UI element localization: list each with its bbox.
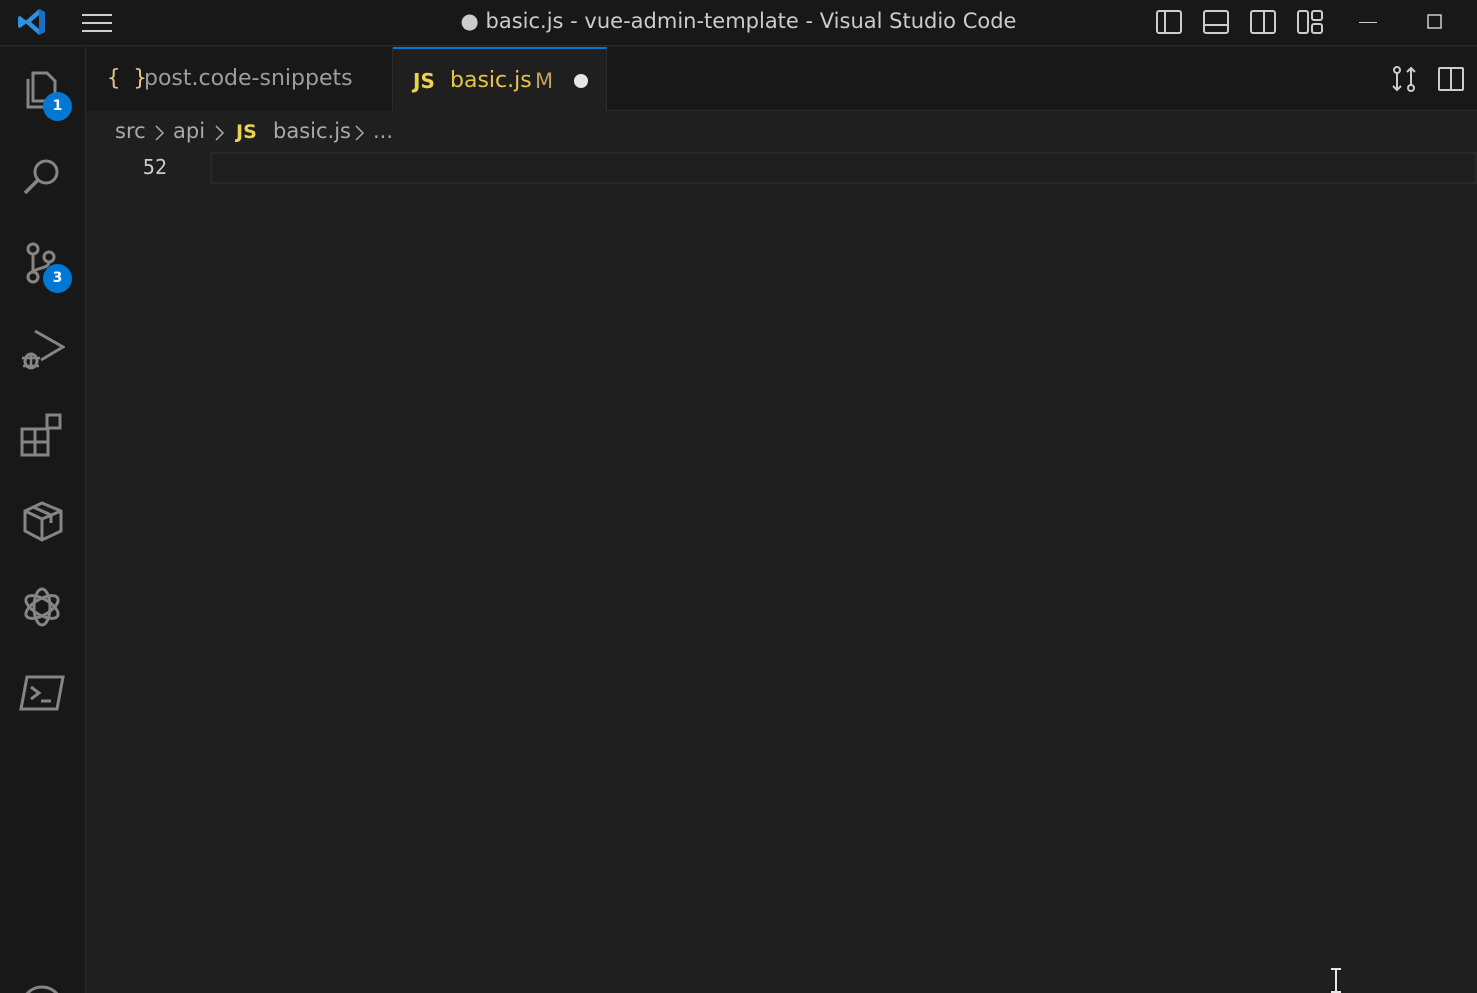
activity-chatgpt[interactable] xyxy=(0,563,86,649)
activity-remote-explorer[interactable] xyxy=(0,477,86,563)
breadcrumb: src api JS basic.js ... xyxy=(87,112,1477,152)
javascript-file-icon: JS xyxy=(236,121,257,143)
javascript-file-icon: JS xyxy=(413,69,435,93)
search-icon xyxy=(23,159,59,195)
breadcrumb-basic-js[interactable]: basic.js xyxy=(273,119,351,143)
toggle-primary-sidebar-icon[interactable] xyxy=(1154,8,1184,36)
line-number: 52 xyxy=(142,155,167,179)
terminal-icon xyxy=(19,675,65,711)
activity-source-control[interactable]: 3 xyxy=(0,219,86,305)
editor-tabs: { } post.code-snippets JS basic.js M xyxy=(87,47,1477,112)
activity-extensions[interactable] xyxy=(0,391,86,477)
openai-icon xyxy=(24,587,60,627)
modified-status: M xyxy=(535,69,554,93)
explorer-badge: 1 xyxy=(43,92,72,121)
current-line-highlight[interactable] xyxy=(210,152,1477,184)
title-bar: ● basic.js - vue-admin-template - Visual… xyxy=(0,0,1477,46)
unsaved-dot-icon[interactable] xyxy=(574,74,588,88)
activity-run-debug[interactable] xyxy=(0,305,86,391)
tab-basic-js[interactable]: JS basic.js M xyxy=(393,47,607,112)
account-icon xyxy=(25,985,59,993)
activity-bar: 1 3 xyxy=(0,47,86,993)
customize-layout-icon[interactable] xyxy=(1295,8,1325,36)
chevron-right-icon xyxy=(355,125,365,141)
source-control-badge: 3 xyxy=(43,264,72,293)
activity-accounts[interactable] xyxy=(0,947,86,993)
activity-terminal[interactable] xyxy=(0,649,86,735)
breadcrumb-api[interactable]: api xyxy=(173,119,205,143)
chevron-right-icon xyxy=(155,125,165,141)
activity-explorer[interactable]: 1 xyxy=(0,47,86,133)
json-braces-icon: { } xyxy=(107,66,147,91)
tab-label: basic.js xyxy=(450,68,532,93)
split-editor-icon[interactable] xyxy=(1436,64,1466,94)
code-editor[interactable]: 52 xyxy=(87,152,1477,993)
tab-post-code-snippets[interactable]: { } post.code-snippets xyxy=(87,47,393,111)
chevron-right-icon xyxy=(215,125,225,141)
tab-label: post.code-snippets xyxy=(144,66,353,91)
package-icon xyxy=(23,501,63,542)
breadcrumb-symbol[interactable]: ... xyxy=(373,119,393,143)
activity-search[interactable] xyxy=(0,133,86,219)
toggle-secondary-sidebar-icon[interactable] xyxy=(1248,8,1278,36)
text-cursor-icon xyxy=(1331,968,1341,993)
breadcrumb-src[interactable]: src xyxy=(115,119,146,143)
run-debug-icon xyxy=(22,329,65,370)
toggle-panel-icon[interactable] xyxy=(1201,8,1231,36)
extensions-icon xyxy=(20,413,62,457)
maximize-icon[interactable] xyxy=(1420,8,1450,36)
minimize-icon[interactable] xyxy=(1353,8,1383,36)
open-changes-icon[interactable] xyxy=(1389,64,1419,94)
